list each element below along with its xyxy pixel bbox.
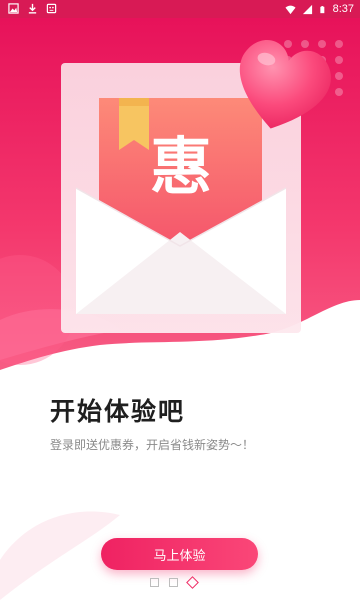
- image-icon: [8, 3, 19, 14]
- status-time: 8:37: [332, 3, 354, 15]
- download-icon: [28, 3, 37, 14]
- coupon-badge: 惠: [131, 122, 231, 212]
- status-right: 8:37: [285, 2, 354, 16]
- page-dot-2[interactable]: [169, 578, 178, 587]
- wifi-icon: [285, 5, 296, 14]
- status-left: [8, 3, 57, 14]
- start-experience-button[interactable]: 马上体验: [101, 538, 258, 570]
- coupon-char: 惠: [149, 130, 212, 203]
- page-title: 开始体验吧: [50, 397, 186, 426]
- page-dot-3-active[interactable]: [186, 576, 199, 589]
- signal-icon: [302, 4, 312, 14]
- hero-illustration: [0, 18, 360, 600]
- battery-icon: [319, 5, 324, 13]
- page-indicator: [150, 576, 199, 589]
- android-icon: [46, 3, 57, 14]
- page-subtitle: 登录即送优惠券，开启省钱新姿势～！: [50, 438, 255, 452]
- status-bar: 8:37: [0, 0, 360, 18]
- page-dot-1[interactable]: [150, 578, 159, 587]
